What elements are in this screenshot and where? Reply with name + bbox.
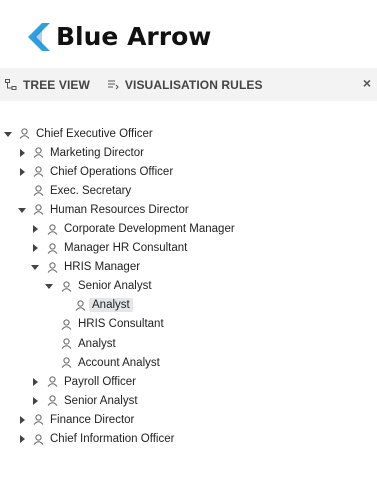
caret-right-icon[interactable]	[31, 244, 39, 253]
tree-node[interactable]: Finance Director	[0, 410, 377, 429]
person-icon	[61, 319, 72, 330]
close-icon[interactable]: ×	[363, 75, 371, 91]
caret-down-icon[interactable]	[45, 282, 53, 290]
tree-node[interactable]: HRIS Consultant	[0, 315, 377, 334]
tree-node-label[interactable]: Analyst	[89, 298, 133, 313]
tree-node-label[interactable]: Senior Analyst	[75, 279, 155, 293]
tab-tree-view-label: TREE VIEW	[23, 77, 90, 92]
tree-node-label[interactable]: Analyst	[75, 337, 119, 351]
tree-node-label[interactable]: HRIS Manager	[61, 260, 143, 274]
tree-node[interactable]: Corporate Development Manager	[0, 219, 377, 238]
tree-node[interactable]: Payroll Officer	[0, 372, 377, 391]
tree-node-label[interactable]: Chief Information Officer	[47, 432, 177, 446]
tree-node[interactable]: HRIS Manager	[0, 258, 377, 277]
tree-node-label[interactable]: Human Resources Director	[47, 203, 192, 217]
person-icon	[47, 376, 58, 388]
person-icon	[61, 281, 72, 292]
arrow-logo-icon	[28, 22, 50, 51]
person-icon	[33, 204, 44, 216]
person-icon	[33, 147, 44, 158]
tree-node[interactable]: Marketing Director	[0, 143, 377, 162]
tree-node-label[interactable]: Corporate Development Manager	[61, 222, 238, 236]
tree-node[interactable]: Chief Information Officer	[0, 430, 377, 449]
tree-view-icon	[5, 78, 17, 90]
person-icon	[47, 262, 58, 273]
tree-node[interactable]: Account Analyst	[0, 353, 377, 372]
person-icon	[47, 395, 58, 407]
org-tree: Chief Executive Officer Marketing Directo…	[0, 124, 377, 449]
person-icon	[33, 166, 44, 178]
person-icon	[33, 414, 44, 426]
tree-node[interactable]: Human Resources Director	[0, 200, 377, 219]
tree-node-label[interactable]: Account Analyst	[75, 356, 163, 370]
caret-down-icon[interactable]	[4, 130, 12, 138]
tree-node[interactable]: Chief Executive Officer	[0, 124, 377, 143]
tree-node-label[interactable]: HRIS Consultant	[75, 317, 167, 331]
brand-logo[interactable]: Blue Arrow	[28, 22, 211, 51]
tree-node[interactable]: Senior Analyst	[0, 277, 377, 296]
caret-right-icon[interactable]	[18, 148, 26, 157]
caret-right-icon[interactable]	[31, 396, 39, 405]
person-icon	[75, 300, 86, 311]
person-icon	[61, 338, 72, 349]
tree-node-label[interactable]: Senior Analyst	[61, 394, 141, 408]
tab-bar: TREE VIEW VISUALISATION RULES	[0, 68, 377, 101]
tree-node-label[interactable]: Chief Executive Officer	[33, 127, 156, 141]
person-icon	[47, 223, 58, 235]
tree-node-label[interactable]: Manager HR Consultant	[61, 241, 190, 255]
caret-right-icon[interactable]	[18, 435, 26, 444]
rules-icon	[107, 80, 119, 89]
tree-node-label[interactable]: Exec. Secretary	[47, 184, 134, 198]
tree-node-label[interactable]: Finance Director	[47, 413, 137, 427]
tree-node-label[interactable]: Chief Operations Officer	[47, 165, 176, 179]
caret-right-icon[interactable]	[18, 167, 26, 176]
tree-node[interactable]: Analyst	[0, 334, 377, 353]
tree-node[interactable]: Analyst	[0, 296, 377, 315]
tree-node-label[interactable]: Payroll Officer	[61, 375, 139, 389]
tree-node[interactable]: Chief Operations Officer	[0, 162, 377, 181]
tree-node[interactable]: Senior Analyst	[0, 391, 377, 410]
person-icon	[33, 185, 44, 197]
tree-node[interactable]: Manager HR Consultant	[0, 239, 377, 258]
person-icon	[33, 433, 44, 445]
tab-visualisation-rules[interactable]: VISUALISATION RULES	[102, 68, 263, 101]
caret-down-icon[interactable]	[18, 206, 26, 214]
tab-tree-view[interactable]: TREE VIEW	[0, 68, 90, 101]
caret-down-icon[interactable]	[31, 263, 39, 271]
person-icon	[47, 243, 58, 254]
tree-node-label[interactable]: Marketing Director	[47, 146, 147, 160]
caret-right-icon[interactable]	[18, 415, 26, 424]
person-icon	[61, 357, 72, 369]
header: Blue Arrow	[0, 0, 377, 68]
caret-right-icon[interactable]	[31, 377, 39, 386]
tree-node[interactable]: Exec. Secretary	[0, 181, 377, 200]
person-icon	[19, 128, 30, 139]
caret-right-icon[interactable]	[31, 225, 39, 234]
brand-name: Blue Arrow	[56, 22, 212, 51]
tab-visualisation-rules-label: VISUALISATION RULES	[124, 77, 263, 92]
